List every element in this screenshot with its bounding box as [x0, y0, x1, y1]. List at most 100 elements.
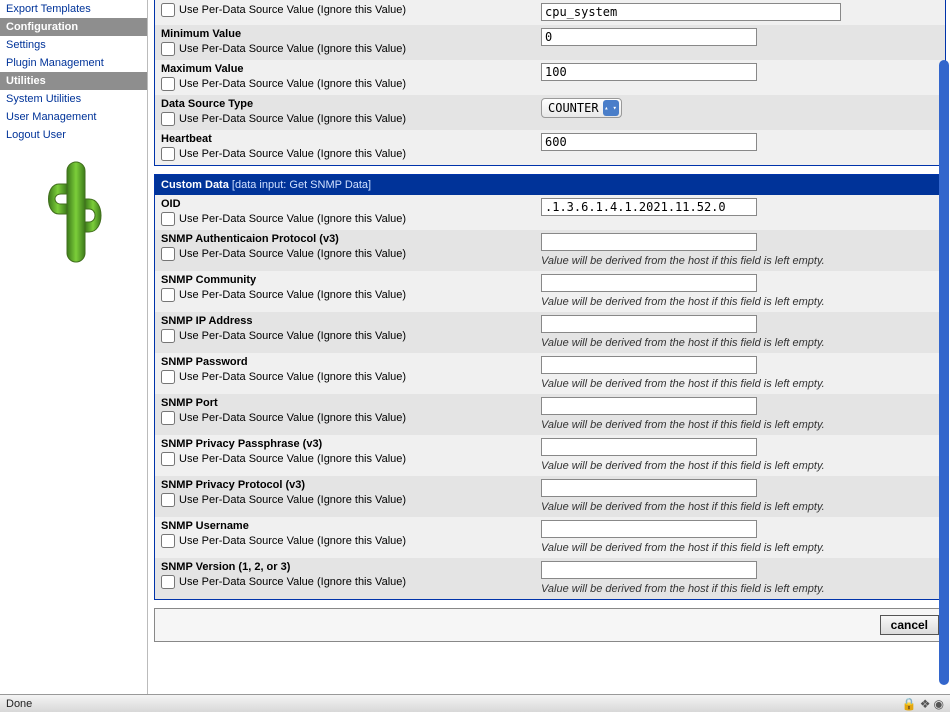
sidebar-group-utilities: Utilities: [0, 72, 147, 90]
per-data-label: Use Per-Data Source Value (Ignore this V…: [179, 43, 406, 55]
per-data-checkbox-wrap[interactable]: Use Per-Data Source Value (Ignore this V…: [161, 147, 541, 161]
value-input[interactable]: [541, 233, 757, 251]
field-label: SNMP Version (1, 2, or 3): [161, 561, 541, 573]
per-data-checkbox[interactable]: [161, 42, 175, 56]
form-row: SNMP Password Use Per-Data Source Value (…: [155, 353, 945, 394]
per-data-label: Use Per-Data Source Value (Ignore this V…: [179, 148, 406, 160]
data-source-type-dropdown[interactable]: COUNTER▴ ▾: [541, 98, 622, 118]
per-data-checkbox[interactable]: [161, 493, 175, 507]
per-data-checkbox-wrap[interactable]: Use Per-Data Source Value (Ignore this V…: [161, 452, 541, 466]
per-data-checkbox[interactable]: [161, 534, 175, 548]
per-data-checkbox[interactable]: [161, 212, 175, 226]
per-data-label: Use Per-Data Source Value (Ignore this V…: [179, 289, 406, 301]
per-data-checkbox-wrap[interactable]: Use Per-Data Source Value (Ignore this V…: [161, 3, 541, 17]
per-data-checkbox[interactable]: [161, 112, 175, 126]
value-input[interactable]: [541, 356, 757, 374]
logo-wrap: [0, 144, 147, 277]
value-input[interactable]: [541, 561, 757, 579]
form-row: Maximum Value Use Per-Data Source Value (…: [155, 60, 945, 95]
field-label: SNMP Port: [161, 397, 541, 409]
per-data-checkbox-wrap[interactable]: Use Per-Data Source Value (Ignore this V…: [161, 411, 541, 425]
field-help-text: Value will be derived from the host if t…: [541, 460, 939, 472]
form-row: Data Source Type Use Per-Data Source Valu…: [155, 95, 945, 130]
sync-icon: ◉: [934, 697, 944, 711]
chevron-updown-icon: ▴ ▾: [603, 100, 619, 116]
per-data-label: Use Per-Data Source Value (Ignore this V…: [179, 113, 406, 125]
value-input[interactable]: [541, 520, 757, 538]
cancel-button[interactable]: cancel: [880, 615, 939, 635]
per-data-label: Use Per-Data Source Value (Ignore this V…: [179, 494, 406, 506]
field-help-text: Value will be derived from the host if t…: [541, 337, 939, 349]
per-data-label: Use Per-Data Source Value (Ignore this V…: [179, 78, 406, 90]
per-data-checkbox-wrap[interactable]: Use Per-Data Source Value (Ignore this V…: [161, 247, 541, 261]
scrollbar-thumb[interactable]: [939, 60, 949, 685]
per-data-checkbox-wrap[interactable]: Use Per-Data Source Value (Ignore this V…: [161, 288, 541, 302]
status-text: Done: [6, 698, 32, 710]
per-data-label: Use Per-Data Source Value (Ignore this V…: [179, 535, 406, 547]
plugin-icon: ❖: [920, 697, 931, 711]
form-row: SNMP Username Use Per-Data Source Value (…: [155, 517, 945, 558]
field-help-text: Value will be derived from the host if t…: [541, 378, 939, 390]
lock-icon: 🔒: [902, 697, 917, 711]
status-bar: Done 🔒 ❖ ◉: [0, 694, 950, 712]
per-data-checkbox-wrap[interactable]: Use Per-Data Source Value (Ignore this V…: [161, 77, 541, 91]
per-data-checkbox-wrap[interactable]: Use Per-Data Source Value (Ignore this V…: [161, 493, 541, 507]
form-row: Minimum Value Use Per-Data Source Value (…: [155, 25, 945, 60]
value-input[interactable]: [541, 397, 757, 415]
field-label: SNMP Authenticaion Protocol (v3): [161, 233, 541, 245]
per-data-checkbox-wrap[interactable]: Use Per-Data Source Value (Ignore this V…: [161, 575, 541, 589]
per-data-checkbox[interactable]: [161, 147, 175, 161]
per-data-checkbox-wrap[interactable]: Use Per-Data Source Value (Ignore this V…: [161, 212, 541, 226]
custom-data-title: Custom Data: [161, 179, 229, 191]
field-label: SNMP Privacy Passphrase (v3): [161, 438, 541, 450]
value-input[interactable]: [541, 315, 757, 333]
field-label: SNMP Username: [161, 520, 541, 532]
per-data-checkbox[interactable]: [161, 452, 175, 466]
per-data-label: Use Per-Data Source Value (Ignore this V…: [179, 330, 406, 342]
form-row: SNMP Privacy Protocol (v3)Use Per-Data S…: [155, 476, 945, 517]
per-data-checkbox[interactable]: [161, 575, 175, 589]
field-help-text: Value will be derived from the host if t…: [541, 542, 939, 554]
sidebar-item-plugin-management[interactable]: Plugin Management: [0, 54, 147, 72]
per-data-checkbox-wrap[interactable]: Use Per-Data Source Value (Ignore this V…: [161, 534, 541, 548]
form-row: OID Use Per-Data Source Value (Ignore thi…: [155, 195, 945, 230]
form-row: HeartbeatUse Per-Data Source Value (Igno…: [155, 130, 945, 165]
value-input[interactable]: [541, 3, 841, 21]
per-data-checkbox[interactable]: [161, 370, 175, 384]
value-input[interactable]: [541, 479, 757, 497]
field-label: Minimum Value: [161, 28, 541, 40]
field-label: Data Source Type: [161, 98, 541, 110]
sidebar-item-settings[interactable]: Settings: [0, 36, 147, 54]
per-data-checkbox[interactable]: [161, 329, 175, 343]
value-input[interactable]: [541, 198, 757, 216]
sidebar-item-export-templates[interactable]: Export Templates: [0, 0, 147, 18]
field-label: Maximum Value: [161, 63, 541, 75]
value-input[interactable]: [541, 274, 757, 292]
form-footer: cancel: [154, 608, 946, 642]
sidebar-item-user-management[interactable]: User Management: [0, 108, 147, 126]
form-row: SNMP Privacy Passphrase (v3) Use Per-Data…: [155, 435, 945, 476]
field-label: SNMP Community: [161, 274, 541, 286]
per-data-checkbox[interactable]: [161, 77, 175, 91]
per-data-checkbox[interactable]: [161, 3, 175, 17]
per-data-checkbox-wrap[interactable]: Use Per-Data Source Value (Ignore this V…: [161, 112, 541, 126]
field-label: SNMP Password: [161, 356, 541, 368]
sidebar-item-logout-user[interactable]: Logout User: [0, 126, 147, 144]
per-data-checkbox[interactable]: [161, 411, 175, 425]
value-input[interactable]: [541, 63, 757, 81]
field-help-text: Value will be derived from the host if t…: [541, 296, 939, 308]
per-data-checkbox-wrap[interactable]: Use Per-Data Source Value (Ignore this V…: [161, 42, 541, 56]
per-data-checkbox[interactable]: [161, 288, 175, 302]
value-input[interactable]: [541, 28, 757, 46]
sidebar-item-system-utilities[interactable]: System Utilities: [0, 90, 147, 108]
per-data-checkbox[interactable]: [161, 247, 175, 261]
value-input[interactable]: [541, 438, 757, 456]
per-data-checkbox-wrap[interactable]: Use Per-Data Source Value (Ignore this V…: [161, 329, 541, 343]
field-label: SNMP IP Address: [161, 315, 541, 327]
form-row: SNMP Authenticaion Protocol (v3) Use Per-…: [155, 230, 945, 271]
value-input[interactable]: [541, 133, 757, 151]
scrollbar[interactable]: [938, 0, 950, 694]
field-label: OID: [161, 198, 541, 210]
per-data-label: Use Per-Data Source Value (Ignore this V…: [179, 248, 406, 260]
per-data-checkbox-wrap[interactable]: Use Per-Data Source Value (Ignore this V…: [161, 370, 541, 384]
